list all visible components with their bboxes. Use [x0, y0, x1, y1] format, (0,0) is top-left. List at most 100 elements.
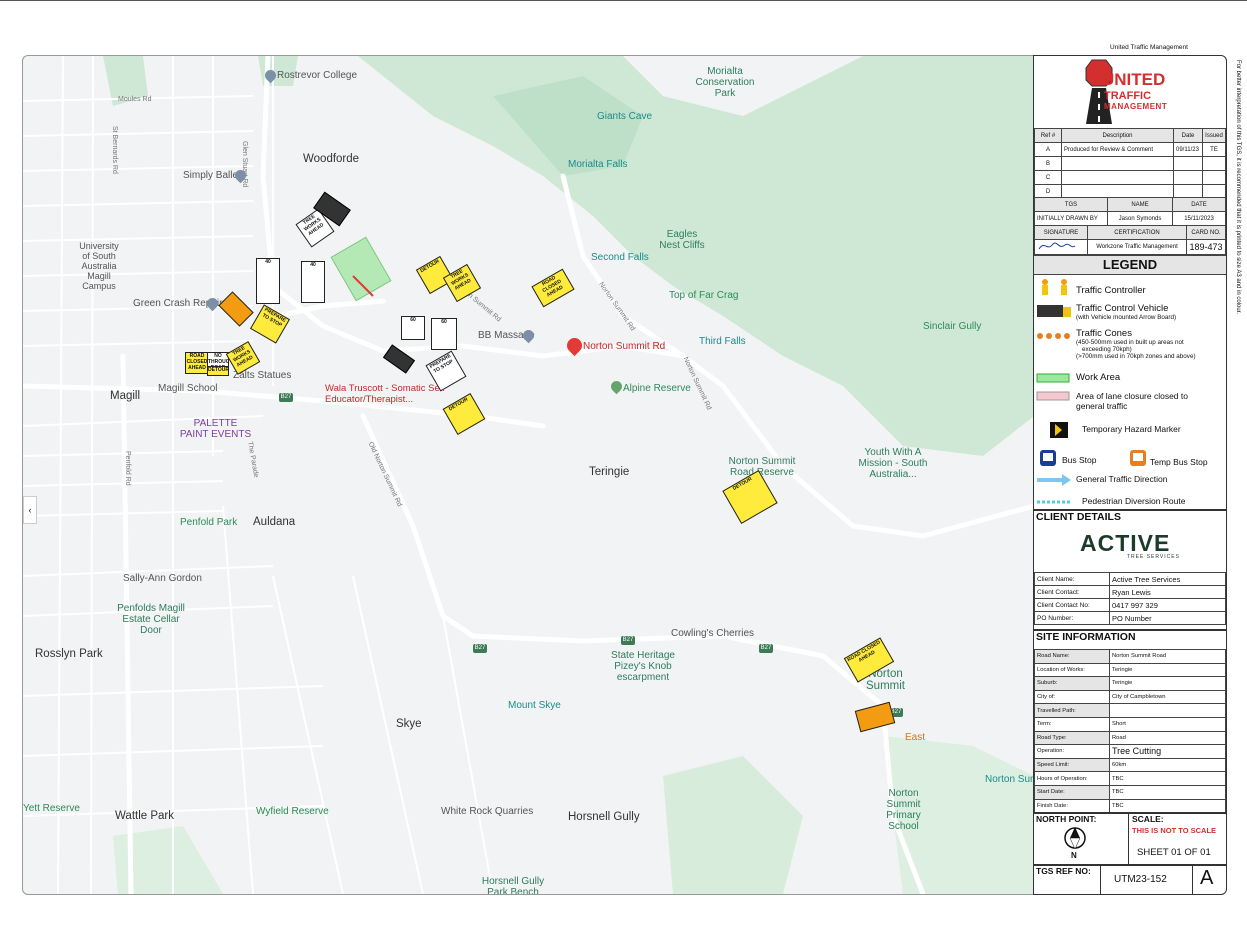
place-horsnell-park[interactable]: Horsnell Gully Park Bench [478, 876, 548, 894]
place-unisa[interactable]: University of South Australia Magill Cam… [75, 241, 123, 291]
site-value: TBC [1109, 771, 1226, 786]
rev-cell: A [1034, 142, 1062, 157]
client-logo: ACTIVE [1080, 530, 1171, 556]
place-morialta-falls[interactable]: Morialta Falls [568, 159, 627, 170]
company-logo: UNITED TRAFFIC MANAGEMENT [1034, 56, 1226, 126]
site-value: Teringie [1109, 662, 1226, 678]
rev-cell [1061, 156, 1174, 171]
rev-cell: Produced for Review & Comment [1061, 142, 1174, 157]
site-key: Speed Limit: [1034, 757, 1110, 773]
place-wyfield[interactable]: Wyfield Reserve [256, 806, 329, 817]
rev-header: Date [1173, 128, 1203, 143]
legend-work-area: Work Area [1076, 372, 1121, 383]
company-name: United Traffic Management [1110, 44, 1188, 51]
place-simply-ballet[interactable]: Simply Ballet [183, 170, 241, 181]
place-norton-summit-rd[interactable]: Norton Summit Rd [583, 341, 665, 352]
site-value: TBC [1109, 798, 1226, 814]
divider [1100, 864, 1101, 894]
place-top-far-crag[interactable]: Top of Far Crag [669, 290, 738, 301]
place-sally-ann[interactable]: Sally-Ann Gordon [123, 573, 202, 584]
place-state-heritage[interactable]: State Heritage Pizey's Knob escarpment [599, 650, 687, 683]
site-key: Term: [1034, 716, 1110, 732]
place-east[interactable]: East [905, 732, 925, 743]
site-key: Travelled Path: [1034, 703, 1110, 718]
site-value: 60km [1109, 757, 1226, 773]
place-eagles-nest[interactable]: Eagles Nest Cliffs [658, 229, 706, 251]
logo-text-3: MANAGEMENT [1104, 102, 1168, 111]
client-key: Client Contact: [1034, 585, 1110, 599]
place-yett-reserve[interactable]: Yett Reserve [23, 803, 80, 814]
client-key: Client Name: [1034, 572, 1110, 586]
legend-cones-sub1: (450-500mm used in built up areas not [1076, 339, 1184, 346]
title-block: UNITED TRAFFIC MANAGEMENT Ref # Descript… [1033, 55, 1227, 895]
revision-letter: A [1200, 867, 1214, 889]
lane-closure-icon [1036, 391, 1070, 401]
client-key: PO Number: [1034, 611, 1110, 625]
place-white-rock[interactable]: White Rock Quarries [441, 806, 533, 817]
signature-cell [1034, 239, 1088, 255]
revision-table: Ref # Description Date Issued A Produced … [1034, 128, 1226, 199]
signature-table: SIGNATURE CERTIFICATION CARD NO. Workzon… [1034, 225, 1226, 255]
rev-header: Ref # [1034, 128, 1062, 143]
sig-cell: 189-473 [1186, 239, 1226, 255]
route-shield-b27-1: B27 [279, 393, 293, 402]
client-value: PO Number [1109, 611, 1226, 625]
hazard-marker-icon [1050, 422, 1068, 438]
site-key: Hours of Operation: [1034, 771, 1110, 786]
tgs-header: NAME [1107, 197, 1173, 212]
legend-cones-sub2: exceeding 70kph) [1082, 346, 1132, 353]
client-logo-sub: TREE SERVICES [1127, 554, 1180, 560]
place-wala[interactable]: Wala Truscott - Somatic Sex Educator/The… [325, 383, 455, 405]
site-key: Location of Works: [1034, 662, 1110, 678]
place-sinclair[interactable]: Sinclair Gully [923, 321, 981, 332]
place-giants-cave[interactable]: Giants Cave [597, 111, 652, 122]
route-shield-b27-3: B27 [621, 636, 635, 645]
map-panel[interactable]: Moules Rd Glen Stuart Rd St Bernards Rd … [22, 55, 1035, 895]
place-mount-skye[interactable]: Mount Skye [508, 700, 561, 711]
north-point-label: NORTH POINT: [1036, 814, 1097, 824]
place-norton-primary[interactable]: Norton Summit Primary School [871, 788, 936, 832]
work-area-icon [1036, 373, 1070, 383]
rev-cell [1202, 170, 1226, 185]
place-rosslyn-park: Rosslyn Park [35, 648, 103, 660]
sig-header: CARD NO. [1186, 225, 1226, 240]
tcv-icon [1037, 305, 1071, 317]
place-magill-school[interactable]: Magill School [158, 383, 217, 394]
signature-icon [1038, 242, 1076, 250]
place-norton-sum-short[interactable]: Norton Summ [985, 774, 1034, 785]
sig-header: CERTIFICATION [1087, 225, 1187, 240]
site-value: TBC [1109, 784, 1226, 800]
place-palette[interactable]: PALETTE PAINT EVENTS [178, 418, 253, 440]
north-arrow-icon [1064, 827, 1086, 850]
place-penfold-park[interactable]: Penfold Park [180, 517, 237, 528]
tgs-cell: INITIALLY DRAWN BY [1034, 211, 1108, 226]
divider [1128, 812, 1129, 864]
place-penfolds[interactable]: Penfolds Magill Estate Cellar Door [111, 603, 191, 636]
scale-label: SCALE: [1132, 814, 1164, 824]
rev-cell: B [1034, 156, 1062, 171]
place-alpine[interactable]: Alpine Reserve [623, 383, 691, 394]
place-rostrevor[interactable]: Rostrevor College [277, 70, 357, 81]
tgs-header: TGS [1034, 197, 1108, 212]
collapse-panel-button[interactable]: ‹ [23, 496, 37, 524]
sheet-number: SHEET 01 OF 01 [1137, 847, 1211, 858]
place-norton-reserve[interactable]: Norton Summit Road Reserve [721, 456, 803, 478]
place-second-falls[interactable]: Second Falls [591, 252, 649, 263]
legend-tcv: Traffic Control Vehicle (with Vehicle mo… [1076, 303, 1176, 321]
place-third-falls[interactable]: Third Falls [699, 336, 746, 347]
site-information-title: SITE INFORMATION [1034, 629, 1226, 643]
client-value: 0417 997 329 [1109, 598, 1226, 612]
site-value: Road [1109, 730, 1226, 746]
legend-bus-stop: Bus Stop [1062, 455, 1097, 465]
rev-cell: TE [1202, 142, 1226, 157]
site-value: City of Campbletown [1109, 689, 1226, 705]
site-table: Road Name: Norton Summit Road Location of… [1034, 649, 1226, 814]
site-key: City of: [1034, 689, 1110, 705]
place-morialta-park[interactable]: Morialta Conservation Park [695, 66, 755, 99]
client-value: Ryan Lewis [1109, 585, 1226, 599]
place-cowlings[interactable]: Cowling's Cherries [671, 628, 754, 639]
legend-cones-sub3: (>700mm used in 70kph zones and above) [1076, 353, 1196, 360]
place-youth-mission[interactable]: Youth With A Mission - South Australia..… [853, 447, 933, 480]
site-value: Teringie [1109, 676, 1226, 691]
client-details-title: CLIENT DETAILS [1034, 509, 1226, 523]
